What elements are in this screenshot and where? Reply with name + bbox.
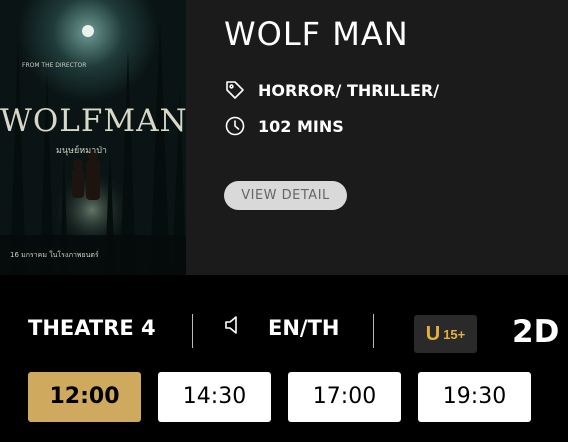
duration-text: 102 MINS — [258, 116, 344, 136]
movie-card: FROM THE DIRECTOR WOLFMAN มนุษย์หมาป่า 1… — [0, 0, 568, 275]
poster-release-line: 16 มกราคม ในโรงภาพยนตร์ — [10, 251, 99, 259]
view-detail-button[interactable]: VIEW DETAIL — [224, 181, 347, 210]
clock-icon — [224, 115, 246, 137]
audio-language-text: EN/TH — [268, 315, 340, 340]
genre-text: HORROR/ THRILLER/ — [258, 80, 440, 100]
audio-language: EN/TH — [224, 315, 340, 340]
showtime-button[interactable]: 19:30 — [418, 372, 531, 422]
movie-poster[interactable]: FROM THE DIRECTOR WOLFMAN มนุษย์หมาป่า 1… — [0, 0, 186, 275]
divider — [373, 314, 374, 348]
duration-row: 102 MINS — [224, 115, 344, 137]
showtime-button[interactable]: 14:30 — [158, 372, 271, 422]
format-label: 2D — [512, 314, 560, 350]
poster-credits: FROM THE DIRECTOR — [22, 62, 87, 69]
movie-info: WOLF MAN HORROR/ THRILLER/ 102 MINS VIEW… — [224, 0, 568, 275]
poster-title-art: WOLFMAN — [0, 103, 186, 139]
showtime-button[interactable]: 12:00 — [28, 372, 141, 422]
showtime-info-bar: THEATRE 4 EN/TH U 15+ 2D — [0, 300, 568, 360]
tag-icon — [224, 79, 246, 101]
poster-thai-subtitle: มนุษย์หมาป่า — [56, 146, 107, 156]
theatre-label: THEATRE 4 — [28, 316, 156, 340]
genre-row: HORROR/ THRILLER/ — [224, 79, 439, 101]
speaker-icon — [224, 315, 242, 340]
showtime-list: 12:00 14:30 17:00 19:30 — [28, 372, 548, 422]
rating-age: 15+ — [443, 326, 466, 342]
movie-title: WOLF MAN — [224, 15, 409, 53]
showtime-button[interactable]: 17:00 — [288, 372, 401, 422]
age-rating-badge: U 15+ — [414, 315, 477, 353]
divider — [192, 314, 193, 348]
rating-prefix: U — [425, 322, 441, 345]
